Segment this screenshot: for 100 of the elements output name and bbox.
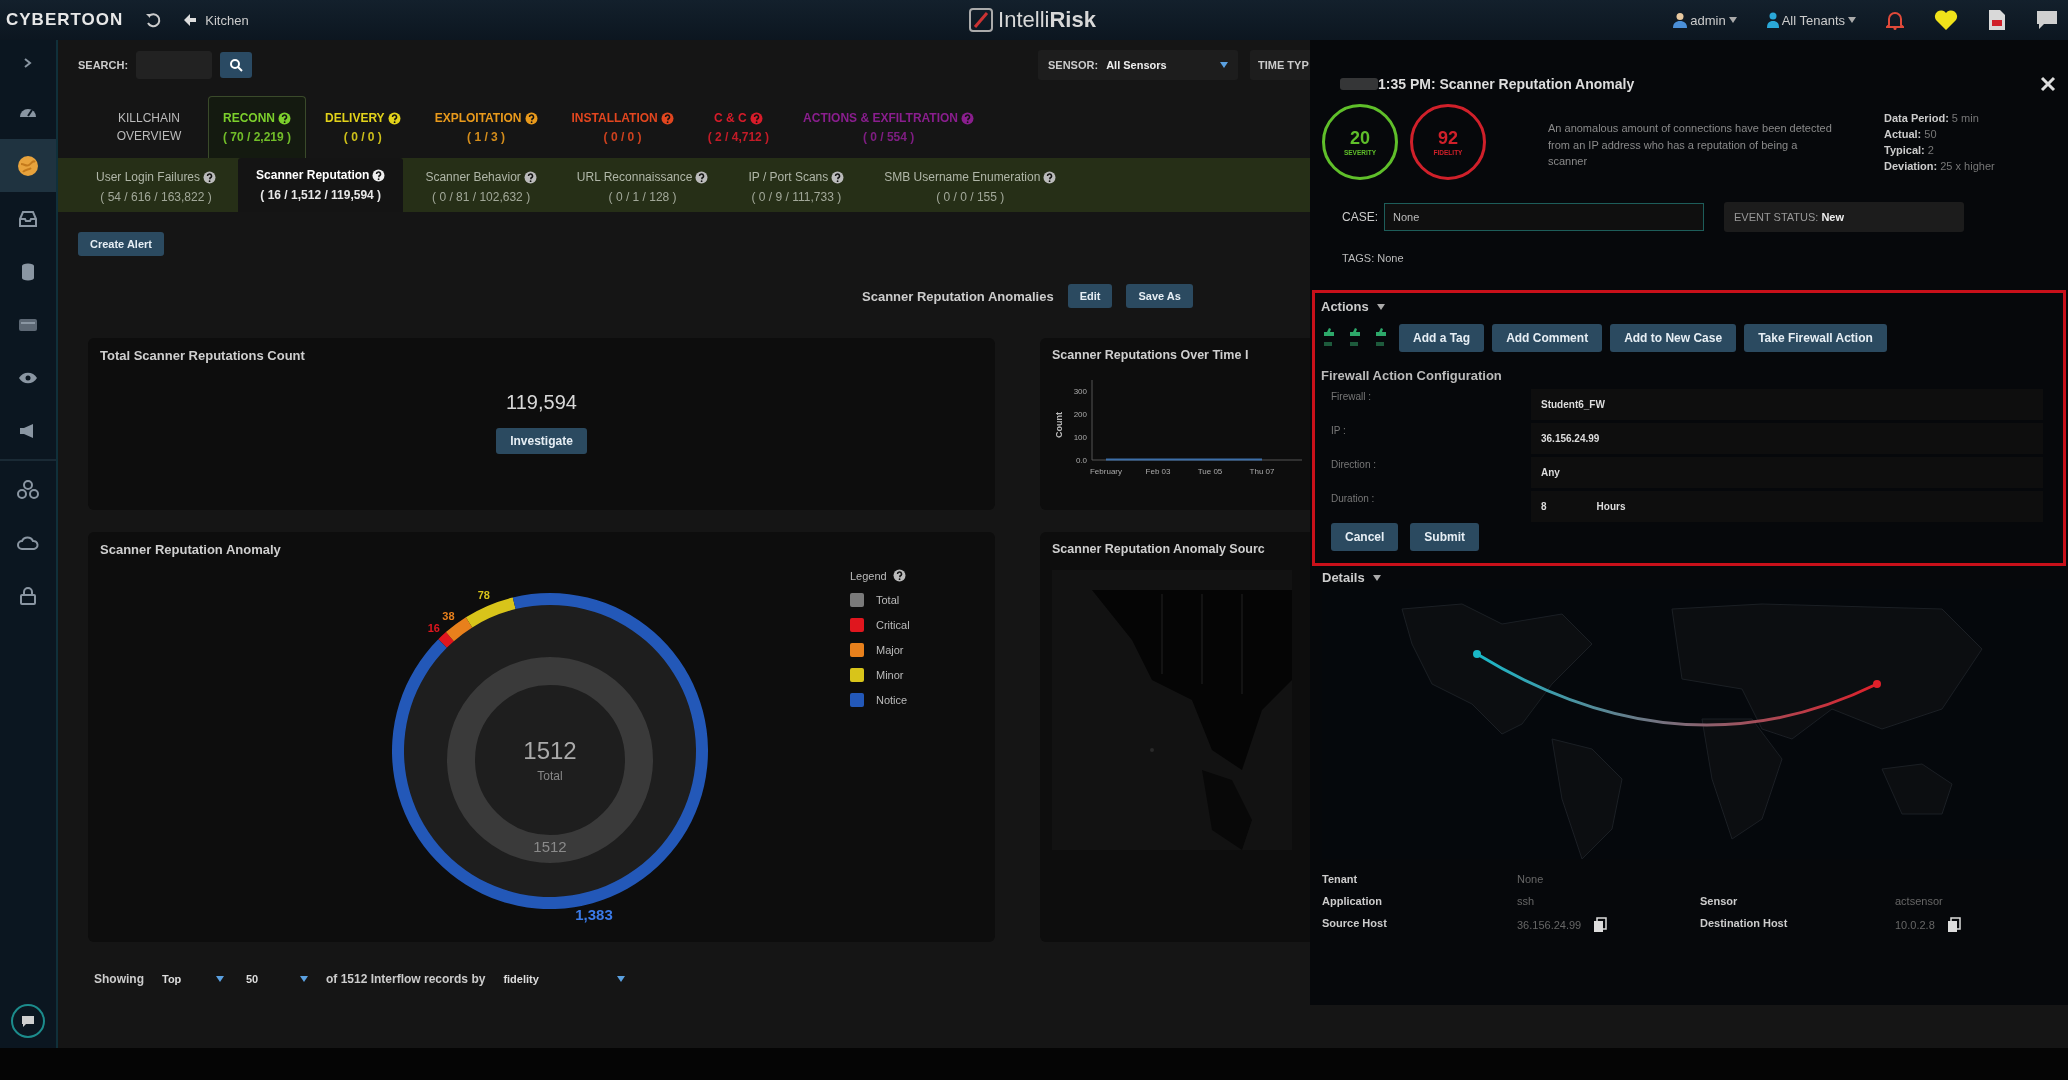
user-menu[interactable]: admin	[1673, 12, 1737, 28]
subtab[interactable]: SMB Username Enumeration ( 0 / 0 / 155 )	[866, 162, 1075, 212]
sensor-dropdown[interactable]: SENSOR: All Sensors	[1038, 50, 1238, 80]
killchain-tab[interactable]: DELIVERY ( 0 / 0 )	[310, 96, 416, 158]
event-title: 1:35 PM: Scanner Reputation Anomaly	[1378, 76, 1635, 92]
copy-icon[interactable]	[1593, 917, 1608, 933]
detail-value: actsensor	[1895, 895, 1943, 907]
action-button[interactable]: Take Firewall Action	[1744, 324, 1887, 352]
tick-label: 300	[1073, 387, 1087, 397]
killchain-tab[interactable]: INSTALLATION ( 0 / 0 )	[556, 96, 689, 158]
legend-label: Minor	[876, 669, 904, 681]
section-title: Details	[1322, 570, 1365, 585]
score-value: 20	[1350, 128, 1370, 149]
card-title: Scanner Reputations Over Time I	[1052, 348, 1250, 362]
create-alert-button[interactable]: Create Alert	[78, 232, 164, 256]
subtab[interactable]: IP / Port Scans ( 0 / 9 / 111,733 )	[730, 162, 863, 212]
help-icon	[524, 111, 538, 125]
vote-icon[interactable]	[1347, 327, 1361, 349]
card-title: Scanner Reputation Anomaly	[100, 542, 282, 557]
field-value: Student6_FW	[1531, 389, 2043, 420]
subtab[interactable]: Scanner Reputation ( 16 / 1,512 / 119,594 )	[238, 158, 404, 212]
action-button[interactable]: Add a Tag	[1399, 324, 1485, 352]
form-button[interactable]: Cancel	[1331, 523, 1399, 551]
breadcrumb-link[interactable]: Kitchen	[183, 12, 249, 28]
detail-label: Sensor	[1700, 895, 1739, 907]
vote-icon[interactable]	[1373, 327, 1387, 349]
field-value: Any	[1531, 457, 2043, 488]
killchain-tab[interactable]: KILLCHAIN OVERVIEW	[94, 96, 204, 158]
detail-value: 10.0.2.8	[1895, 919, 1935, 931]
help-icon	[961, 111, 974, 125]
vote-icon[interactable]	[1321, 327, 1335, 349]
field-value: 36.156.24.99	[1531, 423, 2043, 454]
data-label: 1,383	[575, 906, 613, 924]
subtab[interactable]: URL Reconnaissance ( 0 / 1 / 128 )	[558, 162, 727, 212]
legend-title: Legend	[850, 569, 887, 582]
help-icon	[660, 111, 674, 125]
detail-value: None	[1517, 873, 1544, 885]
help-icon	[695, 170, 709, 184]
help-icon	[278, 111, 292, 125]
ring-label: 1512	[533, 838, 567, 855]
action-button[interactable]: Add Comment	[1492, 324, 1603, 352]
field-label: Duration :	[1330, 493, 1376, 504]
sidebar-item[interactable]	[0, 139, 56, 192]
investigate-button[interactable]: Investigate	[496, 428, 587, 454]
dashboard-button[interactable]: Save As	[1126, 284, 1193, 308]
heart-icon[interactable]	[1934, 10, 1958, 30]
detail-value: ssh	[1517, 895, 1535, 907]
dashboard-button[interactable]: Edit	[1067, 284, 1113, 308]
chat-button[interactable]	[11, 1004, 45, 1038]
copy-icon[interactable]	[1946, 917, 1961, 933]
sort-dropdown[interactable]: fidelity	[499, 968, 630, 990]
caret-icon[interactable]	[1376, 303, 1385, 310]
help-icon	[892, 569, 906, 582]
stat-line: Actual: 50	[1884, 128, 1938, 140]
killchain-tab[interactable]: RECONN ( 70 / 2,219 )	[208, 96, 307, 158]
help-icon	[749, 111, 763, 125]
tick-label: 200	[1073, 410, 1087, 420]
tenant-menu[interactable]: All Tenants	[1766, 12, 1856, 28]
tick-label: Thu 07	[1249, 467, 1275, 476]
total-label: Total	[537, 769, 563, 783]
caret-icon	[300, 976, 308, 982]
search-button[interactable]	[220, 52, 253, 78]
records-label: of 1512 Interflow records by	[326, 972, 486, 986]
detail-label: Application	[1322, 895, 1383, 907]
showing-label: Showing	[94, 972, 144, 986]
total-value: 1512	[523, 737, 577, 765]
card-title: Total Scanner Reputations Count	[100, 348, 305, 363]
globe-icon	[17, 154, 39, 177]
killchain-tab[interactable]: EXPLOITATION ( 1 / 3 )	[419, 96, 553, 158]
order-dropdown[interactable]: Top	[158, 968, 228, 990]
bell-icon[interactable]	[1886, 10, 1904, 30]
subtab[interactable]: Scanner Behavior ( 0 / 81 / 102,632 )	[407, 162, 555, 212]
help-icon	[523, 170, 537, 184]
tick-label: Feb 03	[1145, 467, 1171, 476]
chat-icon[interactable]	[2036, 10, 2058, 30]
subtab[interactable]: User Login Failures ( 54 / 616 / 163,822 )	[78, 162, 235, 212]
database-icon	[21, 262, 35, 281]
brand-icon	[968, 7, 995, 33]
card-title: Scanner Reputation Anomaly Sourc	[1052, 542, 1266, 556]
detail-value: 36.156.24.99	[1517, 919, 1582, 931]
caret-icon	[1848, 17, 1856, 23]
action-button[interactable]: Add to New Case	[1610, 324, 1737, 352]
undo-icon[interactable]	[145, 12, 162, 28]
killchain-tab[interactable]: C & C ( 2 / 4,712 )	[692, 96, 785, 158]
inbox-icon	[19, 210, 37, 227]
form-button[interactable]: Submit	[1410, 523, 1480, 551]
limit-dropdown[interactable]: 50	[242, 968, 312, 990]
data-label: 38	[442, 609, 455, 622]
field-label: IP :	[1330, 425, 1347, 436]
cloud-icon	[17, 535, 39, 550]
case-field[interactable]: None	[1384, 203, 1704, 231]
document-icon[interactable]	[1988, 9, 2006, 31]
caret-icon[interactable]	[1372, 574, 1381, 581]
brand-logo: IntelliRisk	[998, 7, 1096, 33]
time-type-dropdown[interactable]: TIME TYP	[1250, 50, 1310, 80]
close-icon[interactable]	[2040, 76, 2056, 92]
user-icon	[1673, 12, 1688, 28]
user-icon	[1766, 12, 1779, 28]
caret-icon	[1220, 62, 1228, 68]
help-icon	[203, 170, 217, 184]
